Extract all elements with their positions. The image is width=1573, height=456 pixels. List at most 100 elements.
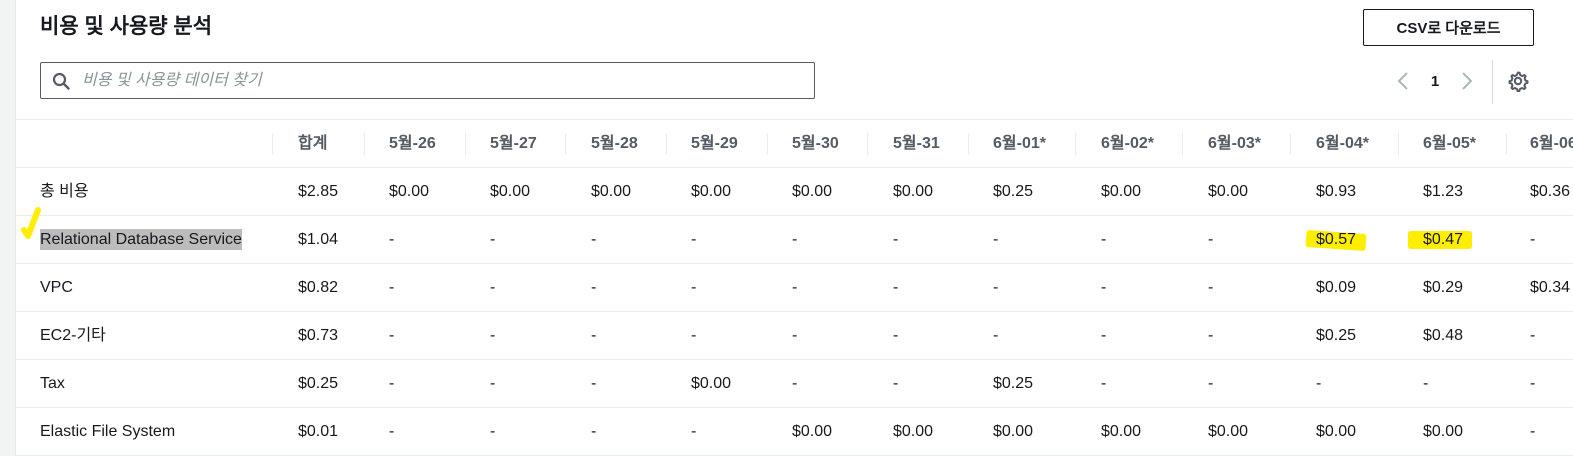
chevron-left-icon[interactable] xyxy=(1391,69,1415,93)
table-cell: - xyxy=(792,327,798,344)
gear-icon[interactable] xyxy=(1507,70,1529,92)
column-header[interactable]: 6월-04* xyxy=(1316,120,1369,167)
table-cell: - xyxy=(1423,375,1429,392)
table-cell: $0.73 xyxy=(298,327,339,344)
table-cell: $0.00 xyxy=(1316,423,1357,440)
column-header[interactable]: 5월-27 xyxy=(490,120,537,167)
table-cell: - xyxy=(1530,423,1536,440)
table-header-row: 합계 5월-26 5월-27 5월-28 5월-29 5월-30 5월-31 6… xyxy=(16,120,1573,168)
table-cell: - xyxy=(1208,231,1214,248)
table-cell: - xyxy=(389,279,395,296)
column-header[interactable]: 6월-03* xyxy=(1208,120,1261,167)
column-header[interactable]: 5월-26 xyxy=(389,120,436,167)
table-cell: - xyxy=(893,231,899,248)
table-cell: - xyxy=(490,375,496,392)
table-cell: $0.47 xyxy=(1423,231,1464,248)
table-cell: - xyxy=(1101,375,1107,392)
table-cell: - xyxy=(1316,375,1322,392)
selected-text: Relational Database Service xyxy=(40,229,242,250)
column-header[interactable]: 6월-01* xyxy=(993,120,1046,167)
row-label: Relational Database Service xyxy=(40,216,242,263)
table-cell: $0.00 xyxy=(389,183,430,200)
table-cell: $0.00 xyxy=(893,423,934,440)
table-cell: - xyxy=(1208,327,1214,344)
column-divider xyxy=(364,133,365,155)
table-row: VPC $0.82 - - - - - - - - - $0.09 $0.29 … xyxy=(16,264,1573,312)
table-cell: - xyxy=(1101,327,1107,344)
row-label: Elastic File System xyxy=(40,423,176,440)
table-cell: $1.23 xyxy=(1423,183,1464,200)
table-cell: $0.01 xyxy=(298,423,339,440)
table-cell: - xyxy=(490,423,496,440)
column-header[interactable]: 5월-29 xyxy=(691,120,738,167)
column-divider xyxy=(968,133,969,155)
table-cell: - xyxy=(691,231,697,248)
table-cell: - xyxy=(591,327,597,344)
column-header[interactable]: 5월-28 xyxy=(591,120,638,167)
table-cell: - xyxy=(993,327,999,344)
table-cell: - xyxy=(691,327,697,344)
table-cell: - xyxy=(893,327,899,344)
table-cell: $0.57 xyxy=(1316,231,1357,248)
table-cell: $0.82 xyxy=(298,279,339,296)
column-header[interactable]: 6월-05* xyxy=(1423,120,1476,167)
row-label: VPC xyxy=(40,279,73,296)
column-header[interactable]: 5월-31 xyxy=(893,120,940,167)
table-cell: - xyxy=(1208,279,1214,296)
row-label: EC2-기타 xyxy=(40,327,106,344)
search-icon xyxy=(52,72,70,90)
table-row: Relational Database Service $1.04 - - - … xyxy=(16,216,1573,264)
table-cell: - xyxy=(691,423,697,440)
table-cell: $0.00 xyxy=(893,183,934,200)
page-title: 비용 및 사용량 분석 xyxy=(40,15,213,38)
column-divider xyxy=(565,133,566,155)
table-cell: $0.34 xyxy=(1530,279,1571,296)
table-cell: - xyxy=(591,423,597,440)
table-cell: $0.29 xyxy=(1423,279,1464,296)
table-cell: $0.00 xyxy=(792,423,833,440)
column-divider xyxy=(666,133,667,155)
table-cell: - xyxy=(490,231,496,248)
column-divider xyxy=(1398,133,1399,155)
table-cell: - xyxy=(1208,375,1214,392)
table-cell: $0.00 xyxy=(691,375,732,392)
cost-table: 합계 5월-26 5월-27 5월-28 5월-29 5월-30 5월-31 6… xyxy=(16,119,1573,456)
table-cell: - xyxy=(591,375,597,392)
table-cell: $0.00 xyxy=(691,183,732,200)
table-cell: - xyxy=(389,327,395,344)
chevron-right-icon[interactable] xyxy=(1455,69,1479,93)
table-cell: - xyxy=(893,279,899,296)
table-cell: - xyxy=(993,231,999,248)
table-cell: $0.25 xyxy=(993,183,1034,200)
column-divider xyxy=(465,133,466,155)
table-cell: - xyxy=(993,279,999,296)
row-label: 총 비용 xyxy=(40,183,89,200)
table-cell: $0.00 xyxy=(1101,183,1142,200)
table-cell: - xyxy=(490,327,496,344)
table-cell: $0.00 xyxy=(1101,423,1142,440)
table-cell: - xyxy=(1530,327,1536,344)
table-cell: $0.09 xyxy=(1316,279,1357,296)
column-header[interactable]: 5월-30 xyxy=(792,120,839,167)
pager-divider xyxy=(1492,60,1493,104)
row-label: Tax xyxy=(40,375,65,392)
table-cell: $2.85 xyxy=(298,183,339,200)
table-row: 총 비용 $2.85 $0.00 $0.00 $0.00 $0.00 $0.00… xyxy=(16,168,1573,216)
table-cell: $0.25 xyxy=(298,375,339,392)
table-cell: $0.00 xyxy=(1208,183,1249,200)
table-cell: $0.00 xyxy=(1423,423,1464,440)
pagination: 1 xyxy=(1391,66,1479,96)
table-cell: - xyxy=(389,375,395,392)
search-input[interactable] xyxy=(80,64,814,97)
column-divider xyxy=(767,133,768,155)
table-cell: - xyxy=(591,279,597,296)
column-header[interactable]: 6월-02* xyxy=(1101,120,1154,167)
table-cell: $0.00 xyxy=(792,183,833,200)
column-header[interactable]: 합계 xyxy=(298,120,327,167)
current-page[interactable]: 1 xyxy=(1415,73,1455,90)
search-box[interactable] xyxy=(40,62,815,99)
csv-download-button[interactable]: CSV로 다운로드 xyxy=(1363,9,1534,46)
check-mark-annotation xyxy=(21,207,41,239)
column-header[interactable]: 6월-06* xyxy=(1530,120,1573,167)
table-cell: - xyxy=(490,279,496,296)
